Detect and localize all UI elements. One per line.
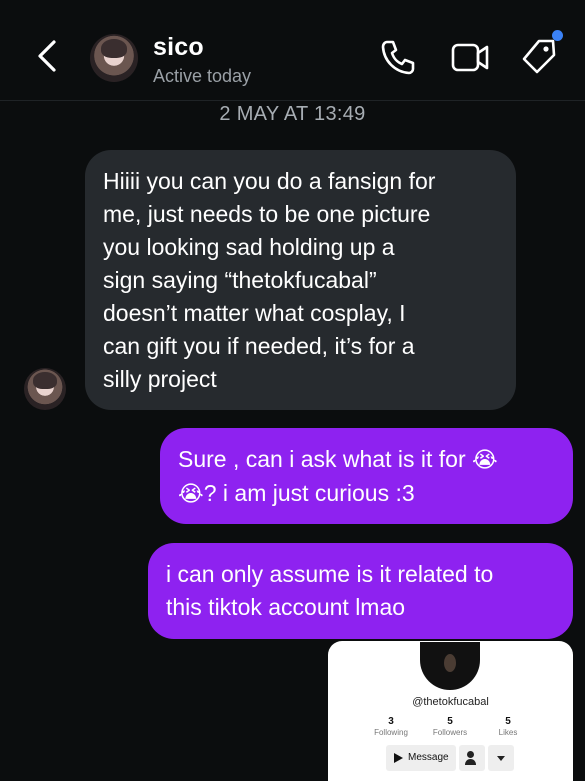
outgoing-message-bubble[interactable]: i can only assume is it related to this … xyxy=(148,543,573,639)
message-text: Hiiii you can you do a fansign for me, j… xyxy=(103,168,436,392)
message-text-line: ? i am just curious :3 xyxy=(203,480,415,506)
notification-dot xyxy=(552,30,563,41)
message-text-line: Sure , can i ask what is it for xyxy=(178,446,473,472)
outgoing-message-bubble[interactable]: Sure , can i ask what is it for 😭 😭? i a… xyxy=(160,428,573,524)
dropdown-arrow-icon xyxy=(488,745,514,771)
message-button-label: Message xyxy=(408,752,449,763)
date-separator: 2 MAY AT 13:49 xyxy=(219,103,366,125)
likes-stat: 5 Likes xyxy=(473,716,543,737)
contact-status: Active today xyxy=(153,66,252,86)
message-button: Message xyxy=(386,745,456,771)
profile-handle: @thetokfucabal xyxy=(412,696,489,708)
incoming-message-bubble[interactable]: Hiiii you can you do a fansign for me, j… xyxy=(85,150,516,410)
profile-avatar xyxy=(420,642,480,690)
send-icon xyxy=(394,753,403,763)
contact-avatar[interactable] xyxy=(90,34,138,82)
tag-icon[interactable] xyxy=(521,38,557,76)
crying-emoji: 😭 xyxy=(178,482,204,507)
back-icon[interactable] xyxy=(30,36,64,76)
message-text: i can only assume is it related to this … xyxy=(166,561,494,620)
likes-count: 5 xyxy=(505,716,511,727)
chat-header: sico Active today xyxy=(0,0,585,101)
shared-profile-screenshot[interactable]: @thetokfucabal 3 Following 5 Followers 5… xyxy=(328,641,573,781)
sender-avatar[interactable] xyxy=(24,368,66,410)
likes-label: Likes xyxy=(498,728,518,737)
crying-emoji: 😭 xyxy=(472,448,498,473)
video-camera-icon[interactable] xyxy=(450,38,490,76)
phone-icon[interactable] xyxy=(379,38,415,76)
add-friend-icon xyxy=(459,745,485,771)
contact-name[interactable]: sico xyxy=(153,33,204,62)
